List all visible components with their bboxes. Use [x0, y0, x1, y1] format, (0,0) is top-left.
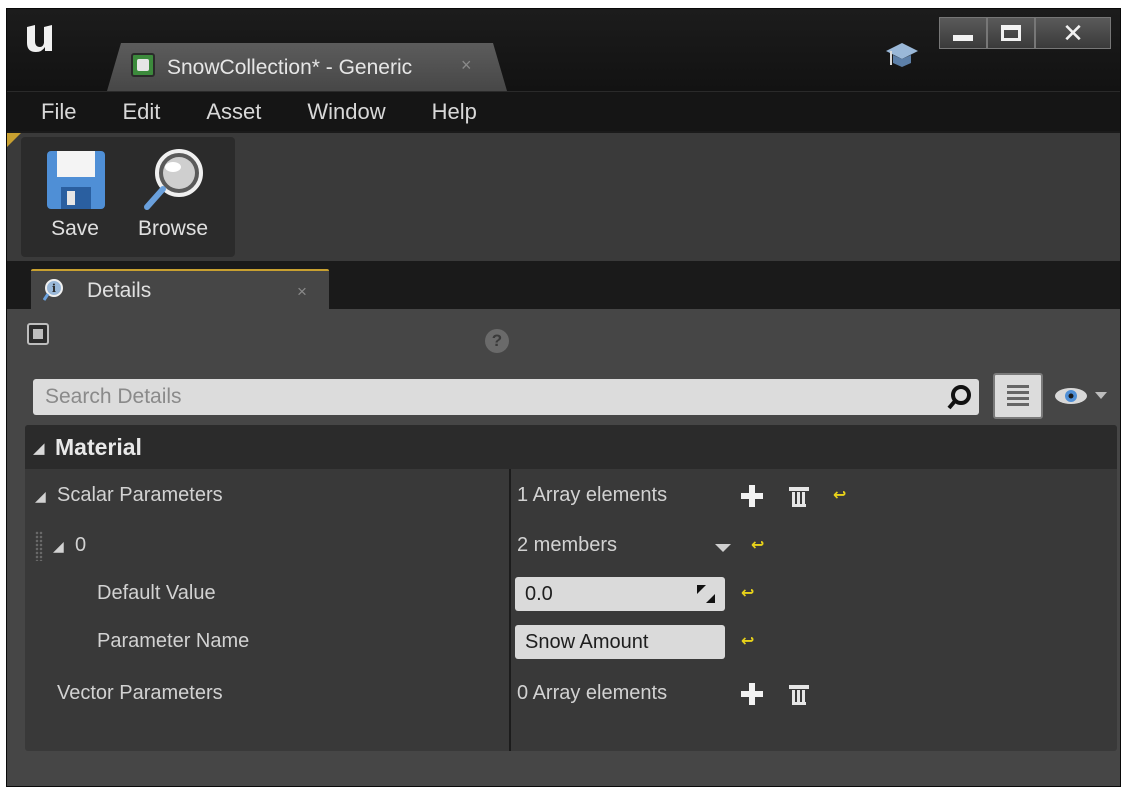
expand-slider-icon[interactable]	[697, 585, 715, 603]
reset-to-default-icon[interactable]: ↩	[741, 583, 759, 602]
drag-handle-icon[interactable]	[35, 531, 43, 561]
details-tab-close-icon[interactable]: ×	[297, 282, 307, 302]
minimize-icon	[953, 35, 973, 41]
expand-arrow-icon[interactable]: ◢	[35, 488, 46, 505]
row-parameter-name: Parameter Name Snow Amount ↩	[25, 619, 1117, 667]
array-count: 1 Array elements	[517, 484, 668, 506]
save-button[interactable]: Save	[27, 137, 123, 257]
member-count: 2 members	[517, 534, 618, 556]
element-options-dropdown-icon[interactable]	[715, 544, 731, 552]
property-label: Scalar Parameters	[57, 484, 223, 506]
browse-label: Browse	[137, 217, 209, 240]
selected-asset-icon[interactable]	[27, 323, 49, 345]
tab-title: SnowCollection* - Generic	[167, 56, 413, 79]
row-vector-parameters: Vector Parameters 0 Array elements	[25, 671, 1117, 719]
add-element-icon[interactable]	[741, 683, 763, 705]
reset-to-default-icon[interactable]: ↩	[751, 535, 769, 554]
details-tab-label: Details	[87, 279, 152, 302]
details-info-magnifier-icon: i	[43, 279, 63, 301]
delete-all-icon[interactable]	[789, 485, 809, 507]
toolbar-accent-corner	[7, 133, 21, 147]
reset-to-default-icon[interactable]: ↩	[741, 631, 759, 650]
add-element-icon[interactable]	[741, 485, 763, 507]
close-window-button[interactable]: ✕	[1035, 17, 1111, 49]
category-label: Material	[55, 434, 142, 460]
collapse-arrow-icon: ◢	[33, 440, 45, 457]
grid-icon	[1007, 385, 1029, 407]
view-options-eye-icon[interactable]	[1051, 383, 1111, 409]
toolbar-group: Save Browse	[21, 137, 235, 257]
menu-edit[interactable]: Edit	[96, 99, 180, 125]
row-default-value: Default Value 0.0 ↩	[25, 571, 1117, 619]
parameter-name-text-input[interactable]: Snow Amount	[515, 625, 725, 659]
menu-bar: File Edit Asset Window Help	[7, 91, 1120, 131]
parameter-name-text: Snow Amount	[525, 631, 649, 653]
browse-magnifier-icon	[144, 149, 203, 210]
maximize-button[interactable]	[987, 17, 1035, 49]
window-controls: ✕	[939, 17, 1111, 49]
expand-arrow-icon[interactable]: ◢	[53, 538, 64, 555]
details-panel: ? ◢ Material ◢ Scalar Parameters	[7, 309, 1120, 786]
help-icon[interactable]: ?	[485, 329, 509, 353]
reset-to-default-icon[interactable]: ↩	[833, 485, 851, 504]
menu-asset[interactable]: Asset	[180, 99, 281, 125]
tab-close-icon[interactable]: ×	[461, 55, 472, 76]
svg-text:i: i	[52, 282, 56, 295]
minimize-button[interactable]	[939, 17, 987, 49]
property-grid: ◢ Material ◢ Scalar Parameters 1 Array e…	[25, 425, 1117, 751]
row-scalar-parameters: ◢ Scalar Parameters 1 Array elements ↩	[25, 473, 1117, 521]
menu-window[interactable]: Window	[281, 99, 405, 125]
menu-file[interactable]: File	[15, 99, 96, 125]
material-collection-asset-icon	[131, 53, 155, 77]
tutorial-graduation-cap-icon[interactable]	[885, 39, 919, 69]
property-matrix-button[interactable]	[993, 373, 1043, 419]
close-icon: ✕	[1062, 18, 1084, 48]
default-value-text: 0.0	[525, 583, 553, 605]
property-label: Parameter Name	[97, 630, 250, 652]
details-tab[interactable]: i Details ×	[31, 269, 329, 311]
toolbar: Save Browse	[7, 133, 1120, 261]
category-material[interactable]: ◢ Material	[25, 425, 1117, 469]
search-icon[interactable]	[947, 384, 973, 410]
search-details-box	[33, 379, 979, 415]
details-tab-strip: i Details ×	[7, 261, 1120, 311]
browse-button[interactable]: Browse	[125, 137, 221, 257]
save-floppy-icon	[47, 151, 105, 209]
property-label: Default Value	[97, 582, 216, 604]
search-input[interactable]	[33, 379, 933, 415]
delete-all-icon[interactable]	[789, 683, 809, 705]
save-label: Save	[51, 217, 99, 240]
title-bar: SnowCollection* - Generic × ✕	[7, 9, 1120, 91]
unreal-engine-logo-icon	[27, 25, 52, 52]
default-value-numeric-input[interactable]: 0.0	[515, 577, 725, 611]
property-label: Vector Parameters	[57, 682, 223, 704]
editor-window: SnowCollection* - Generic × ✕ File Edit …	[6, 8, 1121, 787]
row-element-0: ◢ 0 2 members ↩	[25, 523, 1117, 571]
menu-help[interactable]: Help	[406, 99, 497, 125]
element-index-label: 0	[75, 534, 87, 556]
asset-editor-tab[interactable]: SnowCollection* - Generic ×	[107, 43, 507, 91]
maximize-icon	[1001, 25, 1021, 41]
array-count: 0 Array elements	[517, 682, 668, 704]
